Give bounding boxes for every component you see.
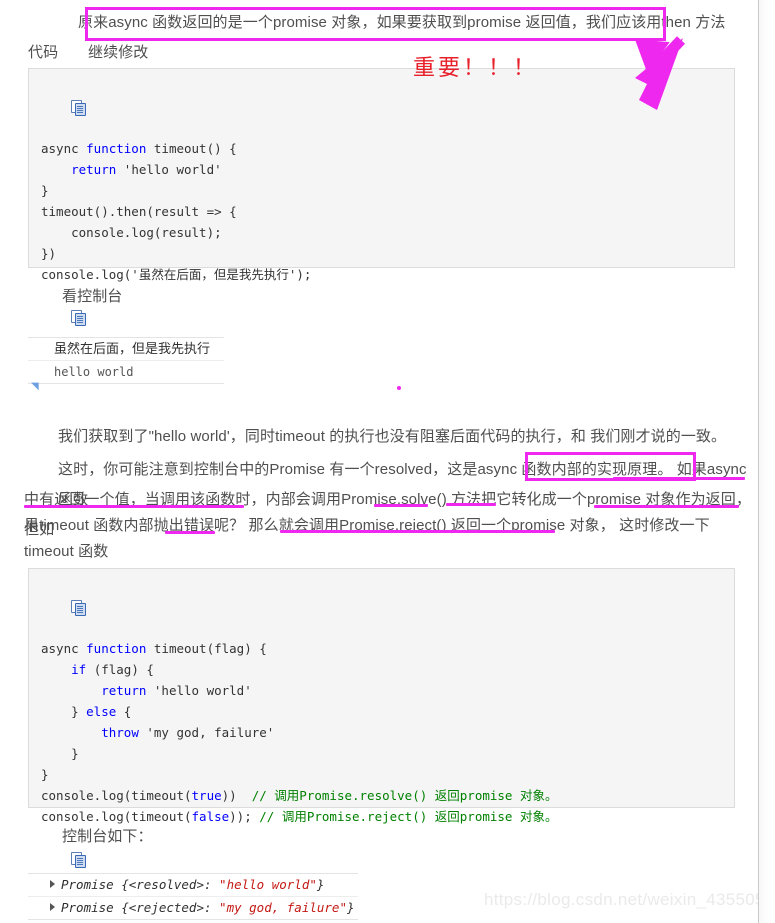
intro-line2: 代码 [28, 44, 59, 61]
console-row: hello world [54, 365, 134, 379]
promise-suffix: } [346, 900, 355, 915]
console-caret-icon: ◥ [31, 381, 39, 392]
code-line: } [41, 767, 49, 782]
code-line: console.log(timeout(true)) // 调用Promise.… [41, 788, 558, 803]
promise-prefix: Promise {<rejected>: [61, 900, 220, 915]
article-page: 原来async 函数返回的是一个promise 对象，如果要获取到promise… [0, 0, 758, 923]
intro-line1-text: 原来async 函数返回的是一个promise 对象，如果要获取到promise… [78, 14, 726, 31]
copy-icon[interactable] [71, 852, 87, 868]
code-line: } else { [41, 704, 132, 719]
code-block-async-then[interactable]: async function timeout() { return 'hello… [28, 68, 735, 326]
code-line: } [41, 746, 79, 761]
code-block-flag-throw[interactable]: async function timeout(flag) { if (flag)… [28, 568, 735, 868]
promise-value: "hello world" [219, 877, 317, 892]
p2-boxed-text: async 函数内部的实现原理。 [477, 461, 673, 478]
ink-dot [397, 386, 401, 390]
code-line: throw 'my god, failure' [101, 725, 275, 740]
code-line: async function timeout(flag) { [41, 641, 267, 656]
copy-icon[interactable] [71, 310, 87, 326]
disclosure-triangle-icon[interactable] [50, 903, 55, 911]
paragraph-principle-line4: timeout 函数 [24, 543, 109, 560]
code-block-2-lines: async function timeout(flag) { if (flag)… [41, 638, 722, 827]
promise-prefix: Promise {<resolved>: [61, 877, 220, 892]
paragraph-result: 我们获取到了"hello world'，同时timeout 的执行也没有阻塞后面… [58, 428, 727, 445]
code-line: console.log(result); [41, 225, 222, 240]
code-line: } [41, 183, 49, 198]
console-output-2: Promise {<resolved>: "hello world"} Promi… [28, 873, 358, 920]
code-line: return 'hello world' [71, 162, 222, 177]
code-line: async function timeout() { [41, 141, 237, 156]
promise-suffix: } [316, 877, 325, 892]
promise-value: "my god, failure" [219, 900, 347, 915]
code-line: console.log('虽然在后面，但是我先执行'); [41, 267, 312, 282]
p2-text-a: 这时，你可能注意到控制台中的Promise 有一个resolved，这是 [58, 461, 478, 478]
code-line: if (flag) { [71, 662, 154, 677]
console-row: 虽然在后面，但是我先执行 [28, 338, 224, 361]
intro-line1-tail: 继续修改 [88, 44, 149, 61]
copy-icon[interactable] [71, 100, 87, 116]
console-row[interactable]: Promise {<resolved>: "hello world"} [28, 874, 358, 897]
code-line: }) [41, 246, 57, 261]
code-line: return 'hello world' [101, 683, 252, 698]
code-block-1-lines: async function timeout() { return 'hello… [41, 138, 722, 285]
console-2-rows: Promise {<resolved>: "hello world"} Promi… [28, 874, 358, 919]
vertical-scrollbar[interactable] [758, 0, 775, 923]
console-1-rows: 虽然在后面，但是我先执行 hello world [28, 338, 224, 383]
code-line: timeout().then(result => { [41, 204, 237, 219]
console-output-1: 虽然在后面，但是我先执行 hello world [28, 337, 224, 384]
site-watermark: https://blog.csdn.net/weixin_43550562 [484, 890, 758, 909]
intro-paragraph: 原来async 函数返回的是一个promise 对象，如果要获取到promise… [78, 8, 738, 68]
copy-icon[interactable] [71, 600, 87, 616]
console-below-label: 控制台如下： [62, 828, 153, 845]
see-console-label: 看控制台 [62, 288, 123, 305]
disclosure-triangle-icon[interactable] [50, 880, 55, 888]
console-row[interactable]: Promise {<rejected>: "my god, failure"} [28, 897, 358, 919]
